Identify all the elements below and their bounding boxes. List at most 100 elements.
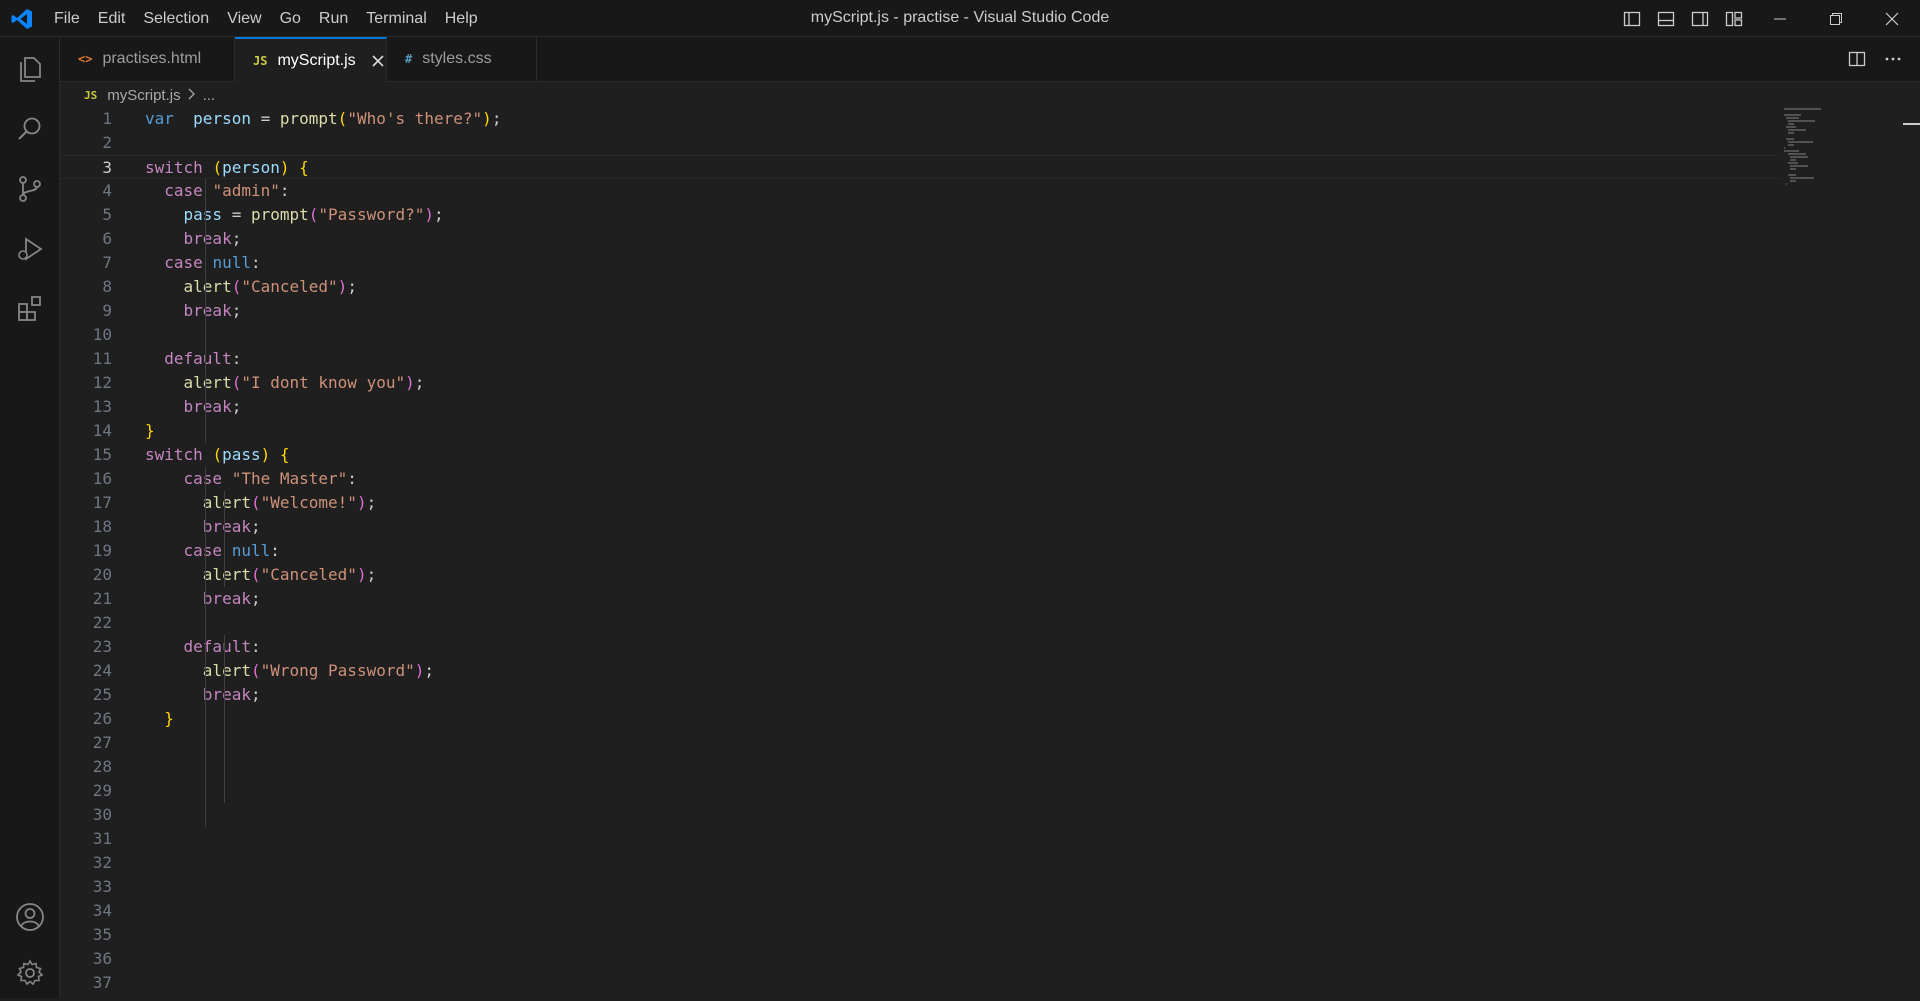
extensions-icon[interactable] [0,281,60,337]
code-line[interactable]: 18 break; [60,515,1780,539]
code-line[interactable]: 16 case "The Master": [60,467,1780,491]
menu-view[interactable]: View [218,0,270,37]
code-line[interactable]: 37 [60,971,1780,995]
code-line[interactable]: 3 switch (person) { [60,155,1780,179]
close-window-icon[interactable] [1864,0,1920,37]
code-line[interactable]: 19 case null: [60,539,1780,563]
minimap-line [1788,144,1794,146]
code-line[interactable]: 22 [60,611,1780,635]
breadcrumb: JS myScript.js ... [84,84,215,106]
code-editor[interactable]: 1 var person = prompt("Who's there?"); 2 3 s… [60,107,1920,998]
source-control-icon[interactable] [0,161,60,217]
minimap-line [1790,177,1814,179]
code-line[interactable]: 15 switch (pass) { [60,443,1780,467]
minimap-line [1790,159,1796,161]
minimize-icon[interactable] [1752,0,1808,37]
css-file-icon: # [405,52,413,66]
code-line[interactable]: 6 break; [60,227,1780,251]
code-line[interactable]: 32 [60,851,1780,875]
run-debug-icon[interactable] [0,221,60,277]
tab-practises-html[interactable]: <> practises.html [60,37,235,81]
customize-layout-icon[interactable] [1720,6,1748,32]
code-line[interactable]: 30 [60,803,1780,827]
manage-gear-icon[interactable] [0,945,60,1001]
minimap-line [1784,114,1801,116]
menu-run[interactable]: Run [310,0,357,37]
explorer-icon[interactable] [0,41,60,97]
minimap-line [1788,129,1806,131]
more-actions-icon[interactable] [1880,46,1906,72]
code-line[interactable]: 35 [60,923,1780,947]
search-icon[interactable] [0,101,60,157]
tab-myscript-js[interactable]: JS myScript.js [235,37,387,82]
code-line[interactable]: 31 [60,827,1780,851]
menu-selection[interactable]: Selection [134,0,218,37]
code-line[interactable]: 21 break; [60,587,1780,611]
code-line[interactable]: 26 } [60,707,1780,731]
activity-bar [0,37,60,998]
minimap-line [1784,108,1821,110]
code-line[interactable]: 11 default: [60,347,1780,371]
toggle-secondary-sidebar-icon[interactable] [1686,6,1714,32]
code-line[interactable]: 20 alert("Canceled"); [60,563,1780,587]
line-number: 17 [92,493,112,512]
code-line[interactable]: 23 default: [60,635,1780,659]
menu-file[interactable]: File [45,0,89,37]
code-line[interactable]: 17 alert("Welcome!"); [60,491,1780,515]
code-line[interactable]: 7 case null: [60,251,1780,275]
code-line[interactable]: 29 [60,779,1780,803]
menu-edit[interactable]: Edit [89,0,135,37]
breadcrumb-file[interactable]: myScript.js [107,87,180,104]
code-text: case null: [183,541,280,560]
code-line[interactable]: 36 [60,947,1780,971]
code-line[interactable]: 12 alert("I dont know you"); [60,371,1780,395]
line-number: 12 [92,373,112,392]
line-number: 6 [102,229,112,248]
code-line[interactable]: 14} [60,419,1780,443]
menu-go[interactable]: Go [271,0,310,37]
line-number: 22 [92,613,112,632]
toggle-primary-sidebar-icon[interactable] [1618,6,1646,32]
code-text: alert("Wrong Password"); [202,661,435,680]
restore-icon[interactable] [1808,0,1864,37]
code-text: default: [164,349,242,368]
code-line[interactable]: 1 var person = prompt("Who's there?"); [60,107,1780,131]
code-text: alert("Canceled"); [202,565,377,584]
editor-actions [1844,37,1920,81]
minimap[interactable] [1784,108,1854,268]
code-line[interactable]: 4 case "admin": [60,179,1780,203]
indent-guide [224,635,225,803]
menu-terminal[interactable]: Terminal [357,0,435,37]
line-number: 34 [92,901,112,920]
code-line[interactable]: 33 [60,875,1780,899]
accounts-icon[interactable] [0,889,60,945]
indent-guide [205,179,206,443]
code-line[interactable]: 9 break; [60,299,1780,323]
code-line[interactable]: 28 [60,755,1780,779]
breadcrumb-symbols[interactable]: ... [203,87,216,104]
vscode-logo-icon [10,7,34,31]
code-line[interactable]: 25 break; [60,683,1780,707]
code-line[interactable]: 5 pass = prompt("Password?"); [60,203,1780,227]
code-line[interactable]: 34 [60,899,1780,923]
code-text: alert("Canceled"); [183,277,357,296]
indent-guide [205,467,206,827]
tab-styles-css[interactable]: # styles.css [387,37,537,81]
toggle-panel-icon[interactable] [1652,6,1680,32]
line-number: 25 [92,685,112,704]
code-line[interactable]: 8 alert("Canceled"); [60,275,1780,299]
minimap-line [1786,126,1796,128]
minimap-line [1784,150,1799,152]
code-line[interactable]: 2 [60,131,1780,155]
code-line[interactable]: 10 [60,323,1780,347]
code-line[interactable]: 27 [60,731,1780,755]
code-line[interactable]: 24 alert("Wrong Password"); [60,659,1780,683]
menu-help[interactable]: Help [436,0,487,37]
window-controls [1752,0,1920,37]
chevron-right-icon [187,87,197,104]
close-tab-icon[interactable] [370,52,386,70]
split-editor-icon[interactable] [1844,46,1870,72]
code-line[interactable]: 13 break; [60,395,1780,419]
indent-guide [224,491,225,587]
minimap-line [1790,180,1796,182]
